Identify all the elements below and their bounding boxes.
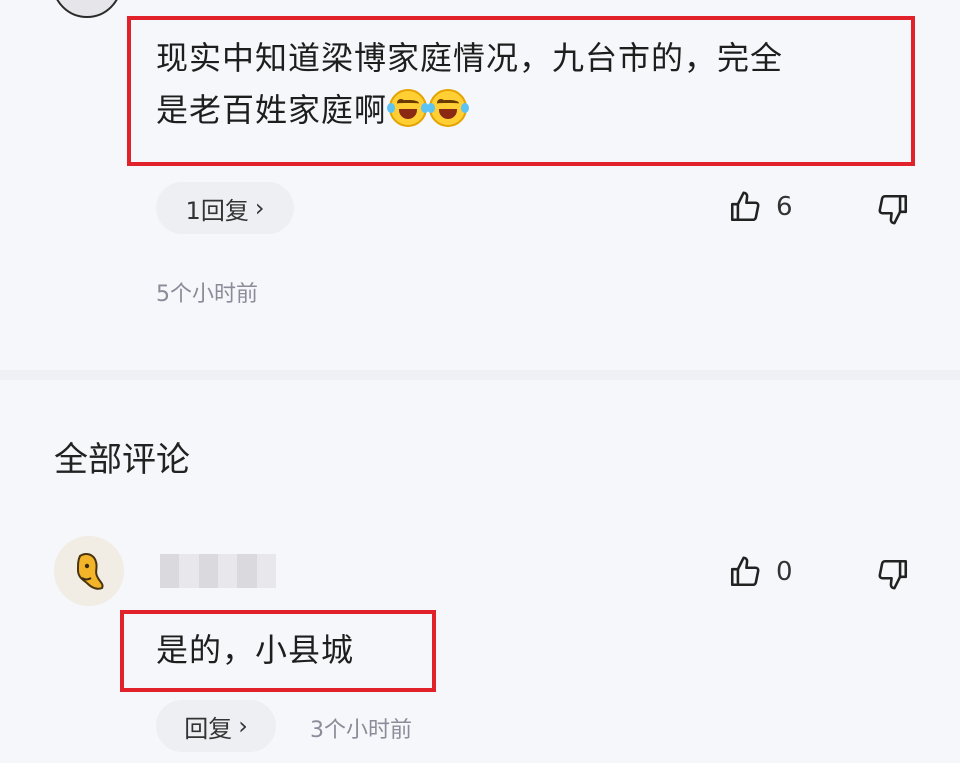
- chevron-right-icon: ›: [254, 194, 265, 222]
- reply-label: 1回复: [185, 196, 249, 225]
- timestamp: 5个小时前: [156, 282, 258, 307]
- reply-button[interactable]: 回复 ›: [156, 700, 276, 752]
- comment-text: 是的，小县城: [156, 631, 355, 669]
- avatar[interactable]: [54, 536, 124, 606]
- like-button[interactable]: 6: [728, 190, 793, 224]
- section-title: 全部评论: [54, 440, 190, 480]
- reply-label: 回复: [184, 714, 233, 743]
- comment-text-line-2: 是老百姓家庭啊: [156, 84, 906, 136]
- like-button[interactable]: 0: [728, 555, 793, 589]
- dislike-button[interactable]: [876, 557, 910, 591]
- timestamp: 3个小时前: [310, 718, 412, 743]
- chevron-right-icon: ›: [238, 712, 248, 740]
- reply-button[interactable]: 1回复 ›: [156, 182, 294, 234]
- section-divider: [0, 370, 960, 380]
- avatar[interactable]: [52, 0, 122, 18]
- thumbs-down-icon: [876, 557, 910, 591]
- dislike-button[interactable]: [876, 192, 910, 226]
- thumbs-down-icon: [876, 192, 910, 226]
- laughing-crying-emoji-icon: [387, 89, 430, 127]
- username-redacted: [160, 554, 276, 588]
- like-count: 6: [776, 192, 793, 222]
- laughing-crying-emoji-icon: [427, 89, 470, 127]
- comment-text: 现实中知道梁博家庭情况，九台市的，完全 是老百姓家庭啊: [156, 32, 906, 136]
- thumbs-up-icon: [728, 190, 762, 224]
- comment-text-line-1: 现实中知道梁博家庭情况，九台市的，完全: [156, 39, 784, 77]
- thumbs-up-icon: [728, 555, 762, 589]
- like-count: 0: [776, 557, 793, 587]
- comment-text-line-2-text: 是老百姓家庭啊: [156, 91, 388, 129]
